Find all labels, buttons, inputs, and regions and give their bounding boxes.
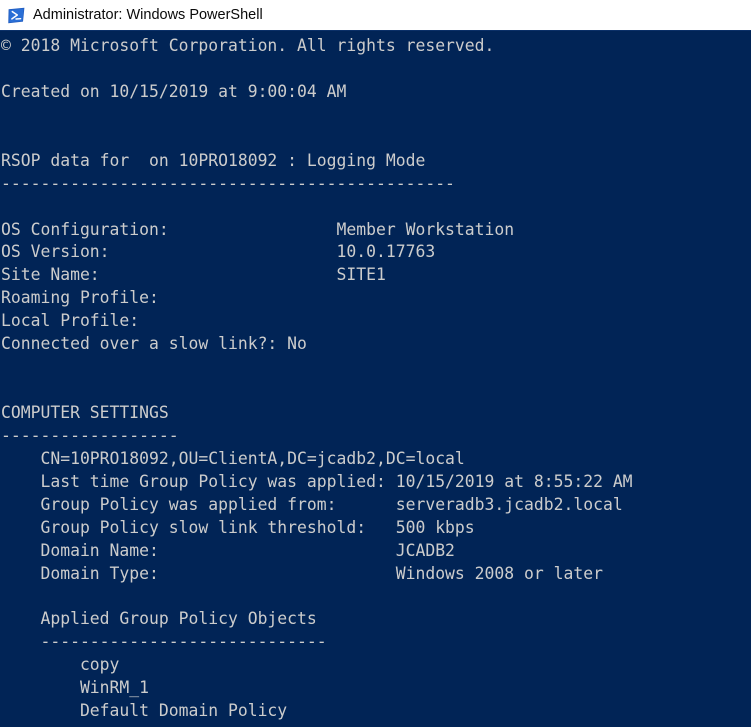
console-line: CN=10PRO18092,OU=ClientA,DC=jcadb2,DC=lo… bbox=[1, 448, 465, 468]
console-line: Default Domain Policy bbox=[1, 701, 288, 721]
console-line: WinRM_1 bbox=[1, 678, 150, 698]
console-line: ------------------ bbox=[1, 425, 179, 445]
console-line: Last time Group Policy was applied: 10/1… bbox=[1, 471, 633, 491]
console-line: Domain Name: JCADB2 bbox=[1, 540, 455, 560]
console-line: COMPUTER SETTINGS bbox=[1, 403, 169, 422]
console-line: Domain Type: Windows 2008 or later bbox=[1, 563, 603, 583]
console-line: Group Policy slow link threshold: 500 kb… bbox=[1, 517, 475, 537]
powershell-icon bbox=[8, 7, 25, 24]
console-output-area[interactable]: © 2018 Microsoft Corporation. All rights… bbox=[0, 31, 751, 727]
console-line: Created on ‎10/‎15/‎2019 at 9:00:04 AM bbox=[1, 81, 347, 101]
console-line: OS Version: 10.0.17763 bbox=[1, 242, 436, 262]
console-line: RSOP data for on 10PRO18092 : Logging Mo… bbox=[1, 150, 426, 170]
console-text-buffer: © 2018 Microsoft Corporation. All rights… bbox=[1, 35, 751, 723]
console-line: Roaming Profile: bbox=[1, 288, 159, 308]
console-line: Applied Group Policy Objects bbox=[1, 609, 317, 629]
console-line: ----------------------------- bbox=[1, 632, 327, 652]
console-line: Local Profile: bbox=[1, 311, 140, 331]
console-line: ----------------------------------------… bbox=[1, 173, 455, 193]
console-line: Group Policy was applied from: serveradb… bbox=[1, 494, 623, 514]
powershell-window: Administrator: Windows PowerShell © 2018… bbox=[0, 0, 751, 727]
window-title: Administrator: Windows PowerShell bbox=[33, 6, 263, 23]
title-bar[interactable]: Administrator: Windows PowerShell bbox=[0, 0, 751, 31]
console-line: © 2018 Microsoft Corporation. All rights… bbox=[1, 36, 495, 55]
console-line: OS Configuration: Member Workstation bbox=[1, 219, 515, 239]
console-line: Connected over a slow link?: No bbox=[1, 334, 307, 354]
console-line: Site Name: SITE1 bbox=[1, 265, 386, 285]
console-line: copy bbox=[1, 655, 120, 675]
